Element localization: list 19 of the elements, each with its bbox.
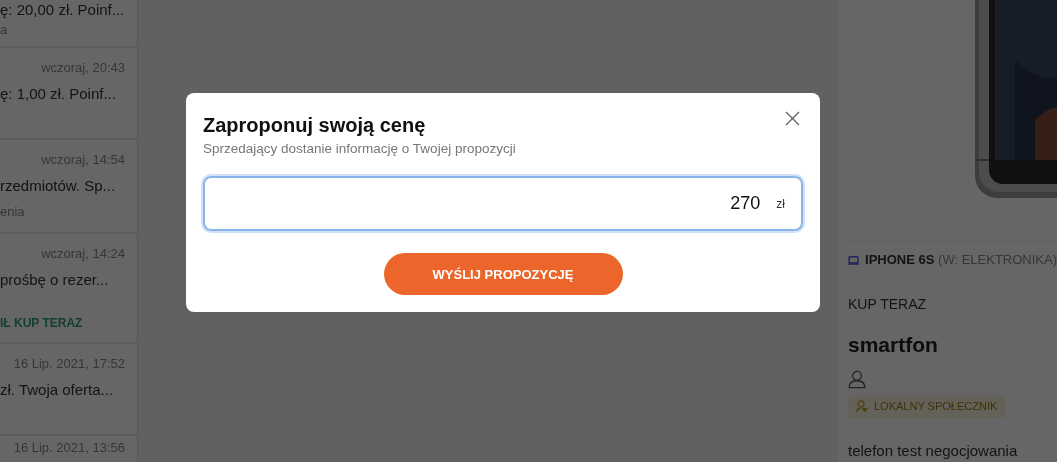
dialog-title: Zaproponuj swoją cenę — [203, 113, 427, 137]
price-field[interactable]: 270 zł — [203, 176, 803, 232]
message-status: IŁ KUP TERAZ — [0, 315, 84, 332]
currency-label: zł — [776, 195, 785, 213]
message-preview: rzedmiotów. Sp... — [0, 176, 117, 196]
price-input[interactable]: 270 — [205, 178, 777, 230]
laptop-icon — [848, 253, 860, 267]
listing-description: telefon test negocjowania — [848, 440, 1019, 461]
close-button[interactable] — [783, 109, 802, 128]
listing-type: KUP TERAZ — [848, 294, 928, 314]
user-badge: LOKALNY SPOŁECZNIK — [848, 395, 1006, 418]
dialog-subtitle: Sprzedający dostanie informację o Twojej propozycji — [203, 140, 517, 158]
message-preview: ę: 20,00 zł. Poinf... — [0, 0, 125, 20]
message-preview: zł. Twoja oferta... — [0, 380, 115, 400]
listing-title: smartfon — [848, 331, 939, 358]
message-preview: ę: 1,00 zł. Poinf... — [0, 84, 117, 104]
user-heart-icon — [856, 399, 868, 413]
user-icon[interactable] — [848, 370, 866, 389]
message-preview: prośbę o rezer... — [0, 270, 110, 290]
